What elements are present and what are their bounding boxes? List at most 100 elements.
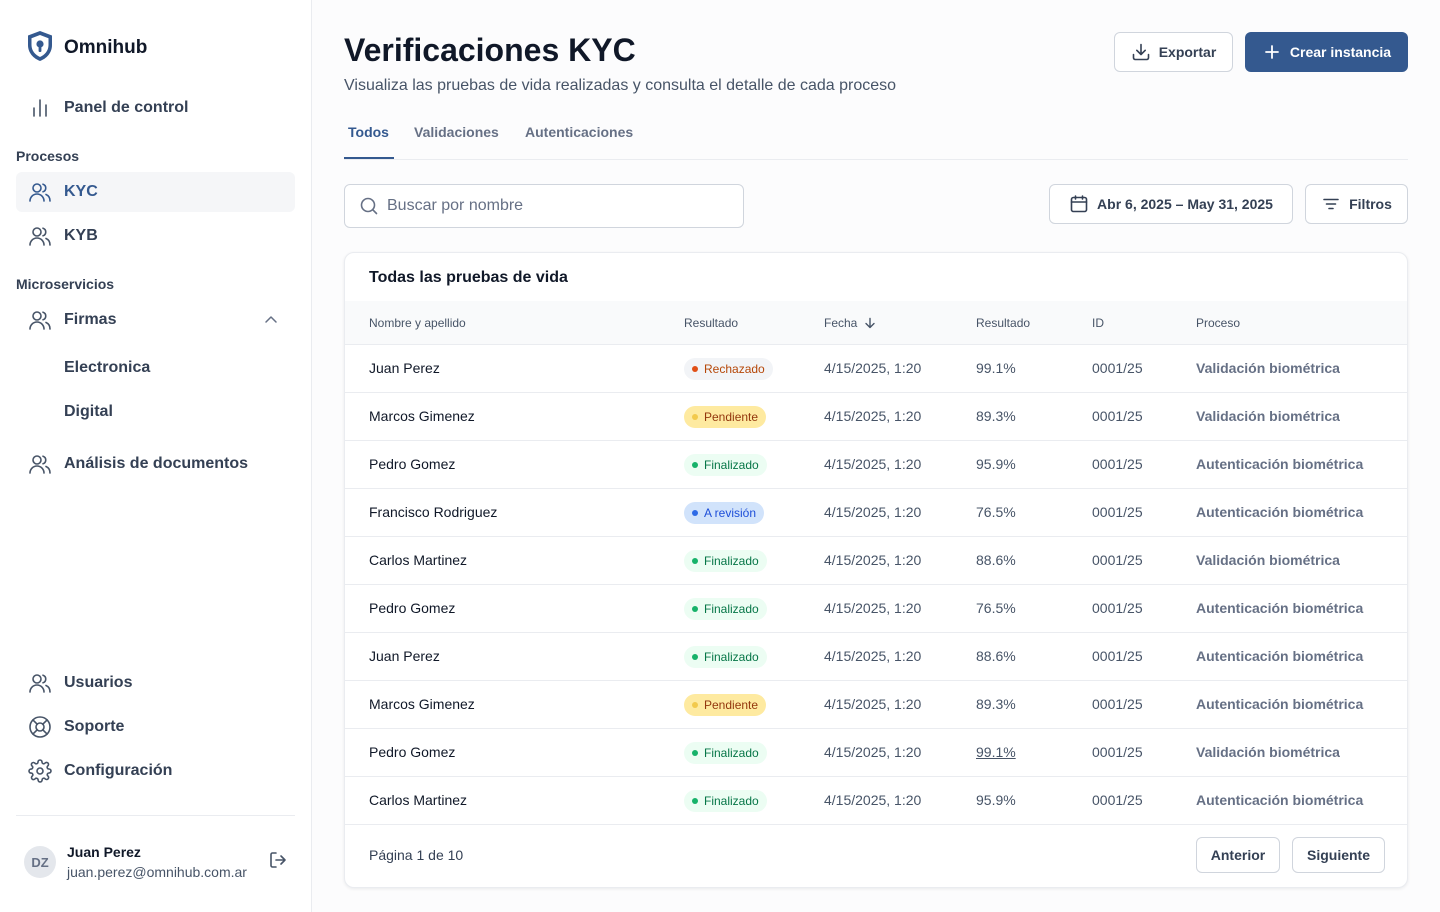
row-id: 0001/25 [1092, 744, 1143, 760]
col-process[interactable]: Proceso [1196, 316, 1240, 330]
row-id: 0001/25 [1092, 408, 1143, 424]
nav-soporte-label: Soporte [64, 718, 125, 735]
date-range-picker[interactable]: Abr 6, 2025 – May 31, 2025 [1049, 184, 1293, 224]
sidebar: Omnihub Panel de control Procesos KYC KY… [0, 0, 312, 912]
table-row[interactable]: Marcos Gimenez Pendiente 4/15/2025, 1:20 89… [345, 681, 1407, 729]
nav-kyb-label: KYB [64, 227, 98, 244]
row-id: 0001/25 [1092, 600, 1143, 616]
pagination: Página 1 de 10 Anterior Siguiente [345, 825, 1407, 887]
table-row[interactable]: Juan Perez Rechazado 4/15/2025, 1:20 99.1% 0… [345, 345, 1407, 393]
download-icon [1132, 43, 1150, 61]
table-row[interactable]: Carlos Martinez Finalizado 4/15/2025, 1:20… [345, 777, 1407, 825]
filter-lines-icon [1323, 198, 1339, 210]
row-name: Carlos Martinez [369, 792, 468, 808]
nav-firmas-electronica[interactable]: Electronica [16, 348, 295, 388]
status-badge-label: Finalizado [704, 458, 759, 472]
row-score: 76.5% [976, 504, 1016, 520]
nav-usuarios[interactable]: Usuarios [16, 663, 295, 703]
row-process: Autenticación biométrica [1196, 792, 1364, 808]
row-name: Marcos Gimenez [369, 696, 475, 712]
avatar[interactable]: DZ [24, 846, 56, 878]
tab-autenticaciones[interactable]: Autenticaciones [525, 124, 633, 140]
col-score[interactable]: Resultado [976, 316, 1030, 330]
table-row[interactable]: Marcos Gimenez Pendiente 4/15/2025, 1:20 89… [345, 393, 1407, 441]
row-name: Marcos Gimenez [369, 408, 475, 424]
row-process: Validación biométrica [1196, 552, 1340, 568]
table-row[interactable]: Francisco Rodriguez A revisión 4/15/2025, … [345, 489, 1407, 537]
row-name: Juan Perez [369, 360, 440, 376]
row-process: Autenticación biométrica [1196, 504, 1364, 520]
export-button[interactable]: Exportar [1114, 32, 1233, 72]
nav-kyc-label: KYC [64, 183, 98, 200]
table-row[interactable]: Carlos Martinez Finalizado 4/15/2025, 1:20… [345, 537, 1407, 585]
next-page-button[interactable]: Siguiente [1292, 837, 1385, 873]
row-score[interactable]: 99.1% [976, 744, 1016, 760]
tab-todos[interactable]: Todos [348, 124, 389, 140]
users-icon [28, 180, 52, 204]
tab-validaciones[interactable]: Validaciones [414, 124, 499, 140]
row-date: 4/15/2025, 1:20 [824, 408, 922, 424]
search-input[interactable] [387, 197, 727, 215]
status-dot-icon [692, 702, 698, 708]
status-badge: Finalizado [684, 598, 767, 620]
row-name: Francisco Rodriguez [369, 504, 498, 520]
chevron-up-icon[interactable] [263, 312, 279, 328]
status-badge-label: Finalizado [704, 746, 759, 760]
row-date: 4/15/2025, 1:20 [824, 360, 922, 376]
col-status[interactable]: Resultado [684, 316, 738, 330]
logout-icon[interactable] [268, 850, 288, 870]
date-range-label: Abr 6, 2025 – May 31, 2025 [1097, 196, 1273, 212]
page-title: Verificaciones KYC [344, 32, 636, 68]
status-dot-icon [692, 798, 698, 804]
user-name: Juan Perez [67, 844, 141, 860]
nav-soporte[interactable]: Soporte [16, 707, 295, 747]
nav-kyb[interactable]: KYB [16, 216, 295, 256]
filters-button[interactable]: Filtros [1305, 184, 1408, 224]
status-badge: A revisión [684, 502, 765, 524]
nav-dashboard[interactable]: Panel de control [16, 88, 295, 128]
status-badge: Finalizado [684, 646, 767, 668]
gear-icon [28, 759, 52, 783]
col-id[interactable]: ID [1092, 316, 1104, 330]
row-score: 89.3% [976, 408, 1016, 424]
row-date: 4/15/2025, 1:20 [824, 600, 922, 616]
nav-firmas[interactable]: Firmas [16, 300, 295, 340]
row-date: 4/15/2025, 1:20 [824, 456, 922, 472]
nav-firmas-digital[interactable]: Digital [16, 392, 295, 432]
status-dot-icon [692, 366, 698, 372]
table-row[interactable]: Pedro Gomez Finalizado 4/15/2025, 1:20 95.9… [345, 441, 1407, 489]
nav-firmas-digital-label: Digital [64, 403, 113, 420]
row-name: Pedro Gomez [369, 744, 456, 760]
nav-firmas-electronica-label: Electronica [64, 359, 151, 376]
col-name[interactable]: Nombre y apellido [369, 316, 466, 330]
row-id: 0001/25 [1092, 792, 1143, 808]
table-row[interactable]: Pedro Gomez Finalizado 4/15/2025, 1:20 99.1… [345, 729, 1407, 777]
row-process: Validación biométrica [1196, 360, 1340, 376]
table-row[interactable]: Pedro Gomez Finalizado 4/15/2025, 1:20 76.5… [345, 585, 1407, 633]
row-score: 76.5% [976, 600, 1016, 616]
prev-page-button[interactable]: Anterior [1196, 837, 1280, 873]
users-icon [28, 671, 52, 695]
table-row[interactable]: Juan Perez Finalizado 4/15/2025, 1:20 88.6%… [345, 633, 1407, 681]
row-id: 0001/25 [1092, 552, 1143, 568]
status-badge-label: Finalizado [704, 554, 759, 568]
export-label: Exportar [1158, 44, 1217, 60]
row-date: 4/15/2025, 1:20 [824, 744, 922, 760]
liveness-table-card: Todas las pruebas de vida Nombre y apell… [344, 252, 1408, 888]
nav-analisis-documentos[interactable]: Análisis de documentos [16, 444, 295, 484]
create-instance-button[interactable]: Crear instancia [1245, 32, 1408, 72]
row-date: 4/15/2025, 1:20 [824, 792, 922, 808]
nav-configuracion[interactable]: Configuración [16, 751, 295, 791]
row-name: Pedro Gomez [369, 456, 456, 472]
row-score: 95.9% [976, 792, 1016, 808]
col-date[interactable]: Fecha [824, 316, 877, 330]
status-badge-label: Finalizado [704, 602, 759, 616]
create-instance-label: Crear instancia [1289, 44, 1392, 60]
row-score: 88.6% [976, 552, 1016, 568]
app-logo[interactable]: Omnihub [24, 30, 147, 66]
status-badge: Pendiente [684, 406, 767, 428]
nav-kyc[interactable]: KYC [16, 172, 295, 212]
status-badge: Rechazado [684, 358, 773, 380]
section-microservicios: Microservicios [16, 276, 115, 292]
status-badge-label: A revisión [704, 506, 757, 520]
